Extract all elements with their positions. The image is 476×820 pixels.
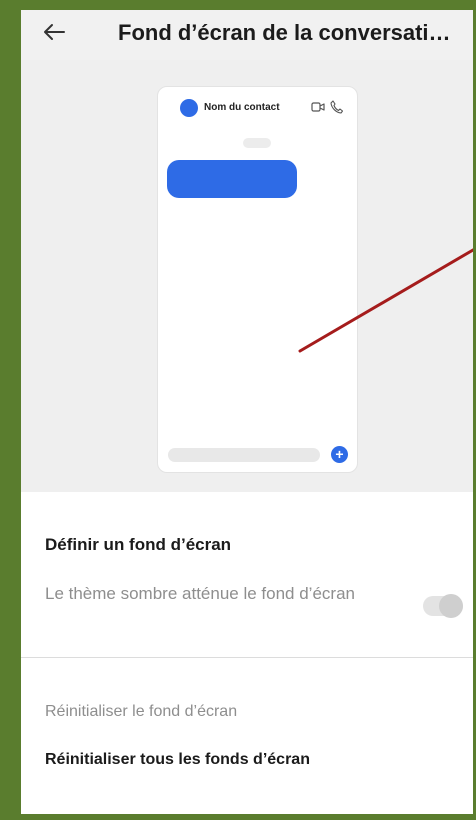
contact-avatar: [180, 99, 198, 117]
date-chip: [243, 138, 271, 148]
reset-wallpaper-item[interactable]: Réinitialiser le fond d’écran: [45, 703, 237, 721]
define-wallpaper-item[interactable]: Définir un fond d’écran: [45, 535, 231, 555]
frame-border-left: [0, 0, 21, 820]
wallpaper-preview-area: Nom du contact +: [21, 60, 473, 492]
frame-border-top: [0, 0, 476, 10]
message-input-preview: [168, 448, 320, 462]
dark-theme-dims-label: Le thème sombre atténue le fond d’écran: [45, 584, 355, 603]
contact-name: Nom du contact: [204, 102, 280, 113]
top-app-bar: Fond d’écran de la conversati…: [21, 10, 473, 60]
video-call-icon: [311, 102, 325, 112]
frame-border-bottom: [0, 814, 476, 820]
back-arrow-icon[interactable]: [41, 19, 67, 45]
message-bubble: [167, 160, 297, 198]
page-title: Fond d’écran de la conversati…: [118, 20, 451, 45]
phone-call-icon: [330, 100, 343, 114]
wallpaper-settings-screen: Fond d’écran de la conversati… Nom du co…: [21, 10, 473, 814]
toggle-knob: [439, 594, 463, 618]
dark-theme-dims-toggle[interactable]: [423, 594, 463, 618]
conversation-preview: Nom du contact +: [157, 86, 358, 473]
divider: [21, 657, 473, 658]
add-icon: +: [331, 446, 348, 463]
reset-all-wallpapers-item[interactable]: Réinitialiser tous les fonds d’écran: [45, 751, 310, 769]
